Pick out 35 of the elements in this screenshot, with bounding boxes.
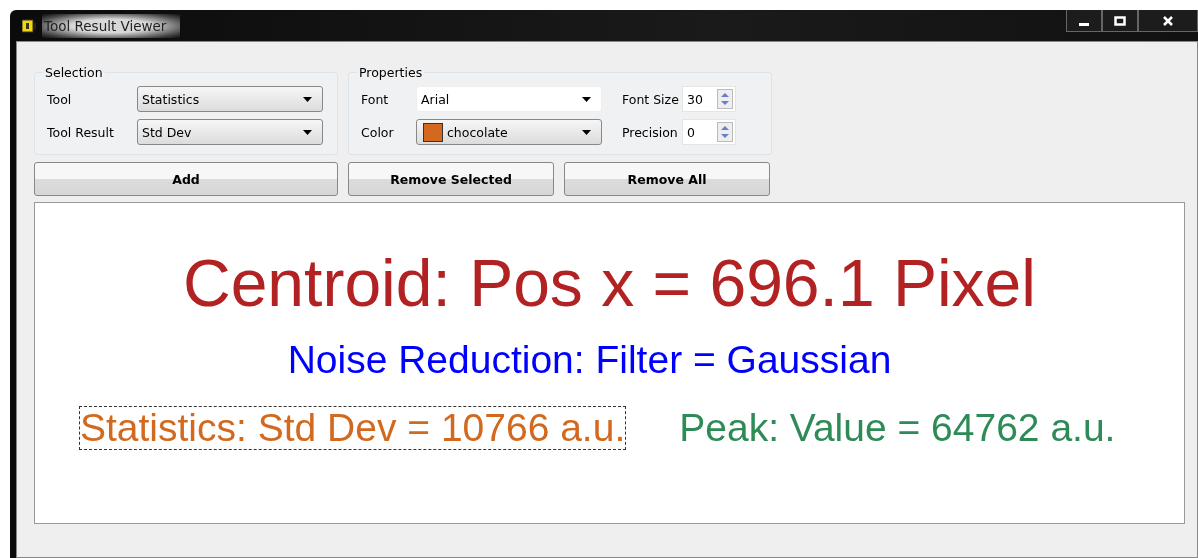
minimize-button[interactable]: [1066, 10, 1102, 32]
action-button[interactable]: Remove All: [564, 162, 770, 196]
caret-icon: [582, 129, 591, 135]
dropdown[interactable]: Std Dev: [137, 119, 323, 145]
field-label: Tool Result: [47, 124, 115, 140]
font-dropdown[interactable]: Arial: [416, 86, 602, 112]
result-label[interactable]: Noise Reduction: Filter = Gaussian: [286, 338, 893, 383]
color-dropdown[interactable]: chocolate: [416, 119, 602, 145]
field-label: Font: [361, 91, 390, 107]
field-label: Font Size: [621, 91, 680, 107]
field-label: Precision: [621, 124, 679, 140]
maximize-button[interactable]: [1102, 10, 1138, 32]
action-button[interactable]: Remove Selected: [348, 162, 554, 196]
minimize-icon: [1079, 22, 1089, 26]
action-button[interactable]: Add: [34, 162, 338, 196]
field-label: Tool: [47, 91, 73, 107]
close-icon: [1162, 15, 1174, 26]
close-button[interactable]: [1138, 10, 1198, 32]
caret-icon: [303, 96, 312, 102]
spin-arrows-icon: [717, 89, 733, 109]
field-label: Color: [361, 124, 395, 140]
caret-icon: [582, 96, 591, 102]
caret-icon: [303, 129, 312, 135]
result-label[interactable]: Statistics: Std Dev = 10766 a.u.: [79, 406, 627, 451]
spin-arrows-icon: [717, 122, 733, 142]
spin-box[interactable]: 30: [682, 86, 736, 112]
window-title: Tool Result Viewer: [42, 13, 181, 38]
result-label[interactable]: Peak: Value = 64762 a.u.: [678, 406, 1117, 451]
spin-box[interactable]: 0: [682, 119, 736, 145]
maximize-icon: [1114, 15, 1126, 26]
result-label[interactable]: Centroid: Pos x = 696.1 Pixel: [182, 247, 1037, 321]
dropdown[interactable]: Statistics: [137, 86, 323, 112]
group-title: Selection: [44, 65, 104, 80]
app-icon: [22, 18, 36, 33]
group-title: Properties: [358, 65, 424, 80]
